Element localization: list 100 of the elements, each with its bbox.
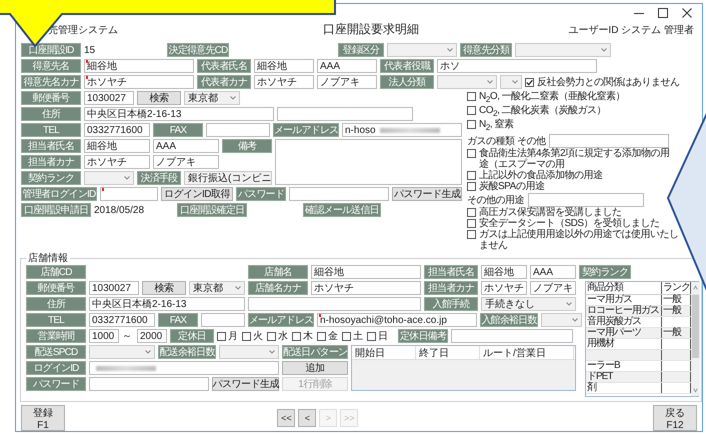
checkbox[interactable]	[242, 332, 251, 341]
field-value: 2018/05/28	[94, 204, 146, 216]
field-label: 店舗名	[248, 265, 308, 279]
text-field[interactable]	[206, 123, 270, 137]
text-field[interactable]: ノブアキ	[317, 75, 377, 89]
text-field[interactable]: AAA	[153, 139, 219, 153]
text-field[interactable]	[277, 107, 413, 121]
text-field[interactable]	[89, 361, 279, 375]
text-field[interactable]: 1000	[89, 329, 119, 343]
text-field[interactable]: AAA	[317, 59, 377, 73]
text-field[interactable]: ノブアキ	[530, 281, 576, 295]
field-label: 確認メール送信日	[303, 203, 381, 217]
checkbox[interactable]	[267, 332, 276, 341]
dropdown[interactable]: 東京都	[189, 281, 245, 295]
pager-button[interactable]: <	[298, 409, 316, 427]
text-field[interactable]	[100, 187, 158, 201]
text-field[interactable]: 細谷地	[84, 59, 194, 73]
section-title: 店舗情報	[27, 252, 69, 265]
text-field[interactable]	[528, 192, 644, 206]
checkbox[interactable]	[525, 78, 534, 86]
range-separator: ～	[122, 330, 133, 343]
field-label: 担当者氏名	[21, 139, 81, 153]
window-title: 口座開設要求明細	[322, 21, 420, 38]
button[interactable]: パスワード生成	[392, 187, 462, 201]
text-field[interactable]: 細谷地	[311, 265, 421, 279]
column-header: 商品分類	[586, 282, 662, 294]
text-field[interactable]	[549, 134, 670, 148]
text-field[interactable]: n-hosoyachi@toho-ace.co.jp	[317, 313, 477, 327]
text-field[interactable]: ホソヤチ	[254, 75, 314, 89]
checkbox[interactable]	[217, 332, 226, 341]
checkbox[interactable]	[367, 332, 376, 341]
text-field[interactable]: ホソヤチ	[84, 75, 194, 89]
checkbox[interactable]	[467, 92, 476, 101]
button[interactable]: パスワード生成	[212, 377, 279, 391]
pager-button[interactable]: <<	[277, 409, 296, 427]
text-field[interactable]: 細谷地	[481, 265, 527, 279]
dropdown[interactable]: 銀行振込(コンビニ	[184, 171, 272, 185]
column-header: 終了日	[416, 346, 480, 359]
button[interactable]: 検索	[137, 91, 181, 105]
checkbox[interactable]	[317, 332, 326, 341]
back-button[interactable]: 戻る F12	[652, 405, 697, 431]
dropdown[interactable]	[515, 43, 611, 57]
text-field[interactable]	[89, 377, 209, 391]
close-icon[interactable]	[682, 8, 692, 18]
checkbox-label: 木	[303, 330, 313, 343]
text-field[interactable]	[248, 297, 421, 311]
field-label: パスワード	[26, 377, 86, 391]
blurred-text	[96, 366, 156, 370]
text-area[interactable]	[275, 139, 462, 185]
field-label: 決済手段	[137, 171, 181, 185]
checkbox[interactable]	[467, 230, 476, 239]
text-field[interactable]: ノブアキ	[153, 155, 219, 169]
text-field[interactable]: n-hoso	[342, 123, 462, 137]
text-field[interactable]: 中央区日本橋2-16-13	[89, 297, 245, 311]
field-value: 15	[84, 44, 96, 56]
text-field[interactable]: 1030027	[89, 281, 139, 295]
text-field[interactable]: ホソ	[437, 59, 597, 73]
dropdown[interactable]	[89, 345, 155, 359]
checkbox-label: 上記以外の食品添加物の用途	[479, 170, 604, 181]
checkbox[interactable]	[292, 332, 301, 341]
field-label: 担当者氏名	[424, 265, 478, 279]
dropdown[interactable]	[84, 171, 134, 185]
checkbox[interactable]	[467, 106, 476, 115]
button[interactable]: 検索	[142, 281, 186, 295]
checkbox-label: 高圧ガス保安講習を受講しました	[479, 207, 622, 218]
dropdown[interactable]: 手続きなし	[481, 297, 576, 311]
dropdown[interactable]	[541, 313, 582, 327]
field-label: 配送SPCD	[26, 345, 86, 359]
field-label: 法人分類	[380, 75, 434, 89]
register-button[interactable]: 登録 F1	[21, 405, 65, 431]
checkbox[interactable]	[467, 219, 476, 228]
text-field[interactable]: 1030027	[84, 91, 134, 105]
text-field[interactable]	[451, 329, 573, 343]
button[interactable]: 追加	[282, 361, 348, 375]
checkbox-label: 日	[378, 330, 388, 343]
button[interactable]: ログインID取得	[161, 187, 233, 201]
caret-icon	[124, 176, 130, 180]
dropdown[interactable]: 東京都	[184, 91, 240, 105]
text-field[interactable]: AAA	[530, 265, 576, 279]
text-field[interactable]	[201, 313, 245, 327]
checkbox[interactable]	[342, 332, 351, 341]
text-field[interactable]: 中央区日本橋2-16-13	[84, 107, 274, 121]
text-field[interactable]: 細谷地	[84, 139, 150, 153]
dropdown[interactable]	[387, 43, 457, 57]
checkbox[interactable]	[467, 120, 476, 129]
maximize-icon[interactable]	[658, 8, 668, 18]
text-field[interactable]: ホソヤチ	[481, 281, 527, 295]
checkbox[interactable]	[467, 208, 476, 217]
text-field[interactable]: 0332771600	[89, 313, 155, 327]
checkbox[interactable]	[467, 182, 476, 191]
text-field[interactable]: 0332771600	[84, 123, 150, 137]
text-field[interactable]	[289, 187, 389, 201]
field-label: 得意先名カナ	[21, 75, 81, 89]
text-field[interactable]: ホソヤチ	[84, 155, 150, 169]
text-field[interactable]: 2000	[137, 329, 167, 343]
checkbox[interactable]	[467, 171, 476, 180]
text-field[interactable]: 細谷地	[254, 59, 314, 73]
checkbox[interactable]	[467, 149, 476, 158]
field-label: 得意先分類	[460, 43, 512, 57]
text-field[interactable]: ホソヤチ	[311, 281, 421, 295]
